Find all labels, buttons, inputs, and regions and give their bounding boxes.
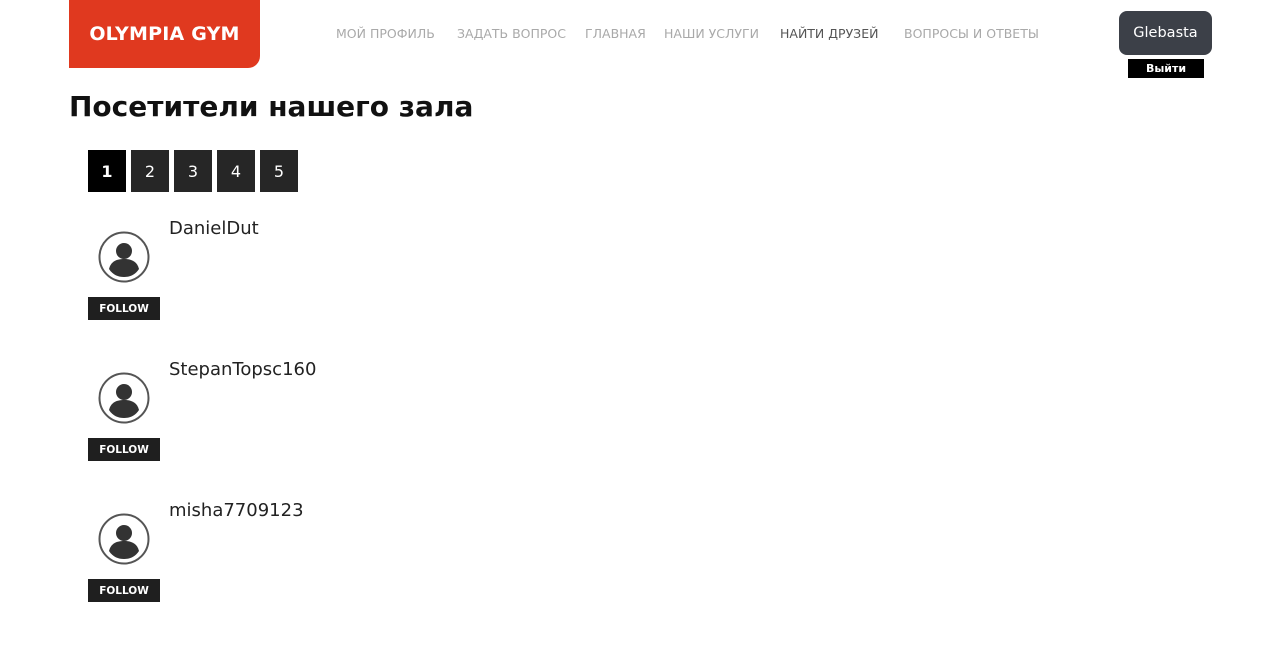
nav-ask-question[interactable]: ЗАДАТЬ ВОПРОС (457, 26, 566, 42)
nav-faq[interactable]: ВОПРОСЫ И ОТВЕТЫ (904, 26, 1039, 42)
page-button-1[interactable]: 1 (88, 150, 126, 192)
follow-button[interactable]: FOLLOW (88, 579, 160, 602)
pagination: 1 2 3 4 5 (88, 150, 298, 192)
nav-home[interactable]: ГЛАВНАЯ (585, 26, 646, 42)
user-card: misha7709123 FOLLOW (88, 500, 488, 613)
follow-button[interactable]: FOLLOW (88, 297, 160, 320)
logo-link[interactable]: OLYMPIA GYM (69, 0, 260, 68)
page-button-3[interactable]: 3 (174, 150, 212, 192)
user-name[interactable]: misha7709123 (169, 500, 304, 521)
page-button-4[interactable]: 4 (217, 150, 255, 192)
user-card: DanielDut FOLLOW (88, 218, 488, 331)
user-name[interactable]: DanielDut (169, 218, 259, 239)
user-menu-button[interactable]: Glebasta (1119, 11, 1212, 55)
user-circle-icon[interactable] (98, 513, 150, 565)
page: OLYMPIA GYM МОЙ ПРОФИЛЬ ЗАДАТЬ ВОПРОС ГЛ… (0, 0, 1280, 650)
page-title: Посетители нашего зала (69, 90, 474, 123)
user-circle-icon[interactable] (98, 231, 150, 283)
user-name[interactable]: StepanTopsc160 (169, 359, 316, 380)
logout-button[interactable]: Выйти (1128, 59, 1204, 78)
page-button-2[interactable]: 2 (131, 150, 169, 192)
follow-button[interactable]: FOLLOW (88, 438, 160, 461)
user-circle-icon[interactable] (98, 372, 150, 424)
nav-services[interactable]: НАШИ УСЛУГИ (664, 26, 759, 42)
nav-find-friends[interactable]: НАЙТИ ДРУЗЕЙ (780, 26, 878, 42)
page-button-5[interactable]: 5 (260, 150, 298, 192)
nav-my-profile[interactable]: МОЙ ПРОФИЛЬ (336, 26, 435, 42)
user-card: StepanTopsc160 FOLLOW (88, 359, 488, 472)
